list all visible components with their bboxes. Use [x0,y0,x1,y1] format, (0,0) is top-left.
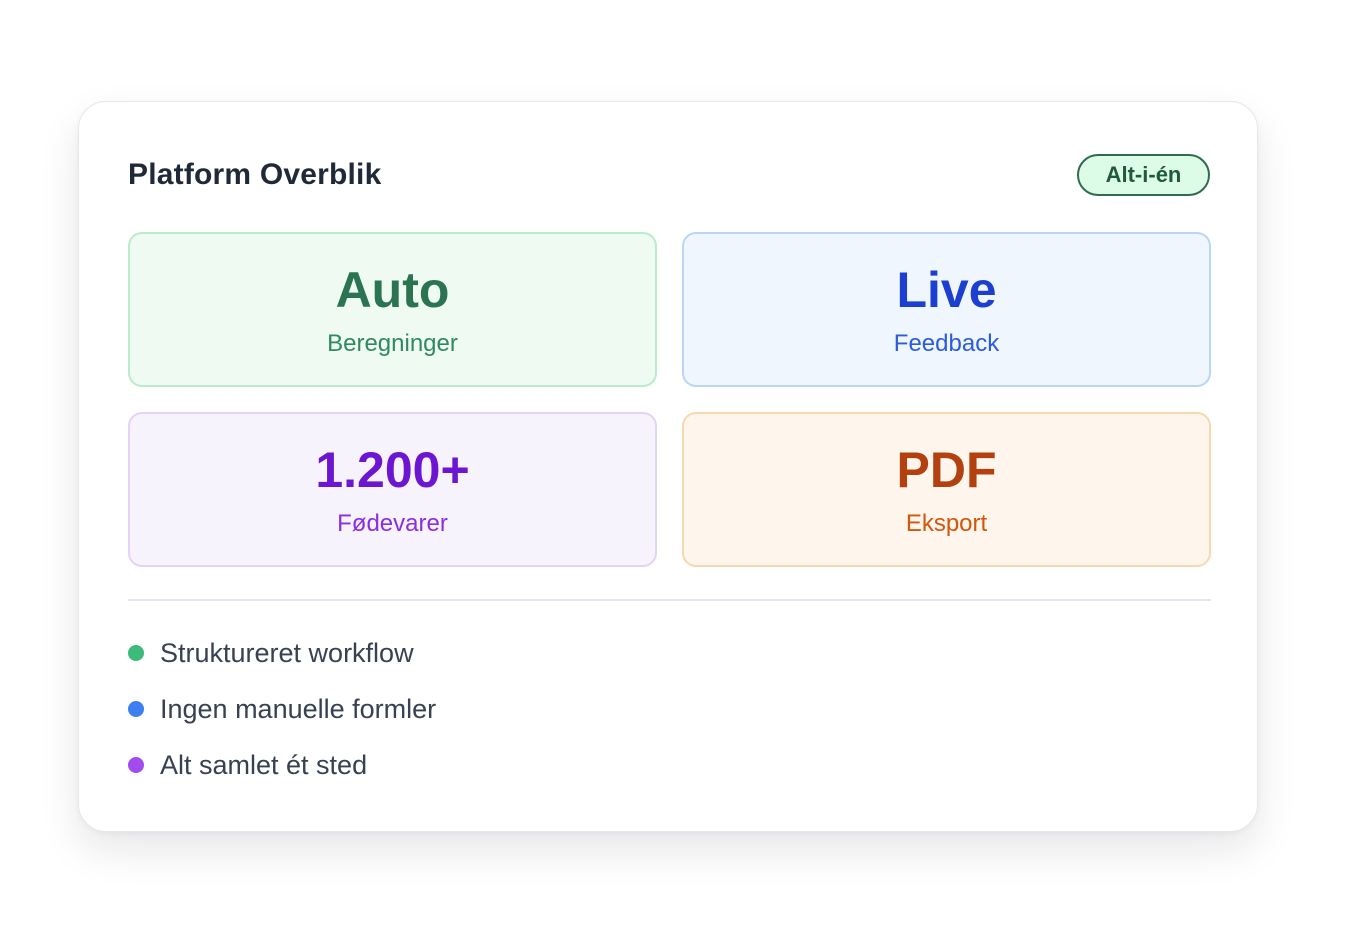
feature-item-formulas: Ingen manuelle formler [128,691,436,727]
feature-text: Ingen manuelle formler [160,694,437,724]
stat-tile-foods: 1.200+ Fødevarer [128,412,657,567]
stat-tile-auto: Auto Beregninger [128,232,657,387]
stat-value: PDF [896,442,997,498]
stat-label: Beregninger [327,330,458,357]
green-dot-icon [128,645,144,661]
stat-label: Fødevarer [337,510,448,537]
feature-item-one-place: Alt samlet ét sted [128,747,367,783]
stat-value: Live [896,262,997,318]
divider [128,599,1211,601]
stat-value: 1.200+ [315,442,470,498]
platform-overview-card: Platform Overblik Alt-i-én Auto Beregnin… [78,101,1258,832]
stat-tile-live: Live Feedback [682,232,1211,387]
stat-tile-pdf: PDF Eksport [682,412,1211,567]
blue-dot-icon [128,701,144,717]
stat-value: Auto [335,262,450,318]
card-title: Platform Overblik [128,158,382,191]
all-in-one-badge: Alt-i-én [1077,154,1210,196]
feature-text: Alt samlet ét sted [160,750,368,780]
purple-dot-icon [128,757,144,773]
feature-text: Struktureret workflow [160,638,414,668]
stat-label: Eksport [905,510,988,537]
stat-label: Feedback [893,330,1000,357]
feature-item-workflow: Struktureret workflow [128,635,414,671]
